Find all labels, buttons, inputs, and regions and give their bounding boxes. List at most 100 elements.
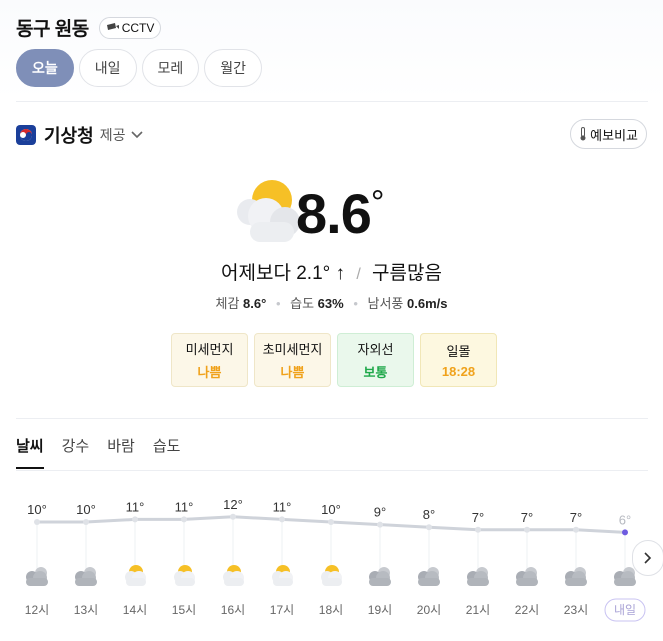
thermometer-icon	[580, 127, 586, 141]
temperature-point	[622, 529, 628, 536]
scroll-next-button[interactable]	[632, 540, 663, 576]
hour-time-label: 21시	[466, 603, 490, 617]
hour-temp-label: 10°	[27, 502, 47, 517]
current-temperature: 8.6°	[296, 178, 385, 250]
provider-suffix: 제공	[99, 127, 126, 143]
cloudy-icon	[369, 567, 391, 586]
hour-time-label: 내일	[614, 603, 636, 617]
hour-time-label: 13시	[74, 603, 98, 617]
tab-wind[interactable]: 바람	[107, 435, 135, 469]
humidity-label: 습도	[290, 296, 315, 311]
hour-time-label: 22시	[515, 603, 539, 617]
tab-precipitation[interactable]: 강수	[62, 435, 90, 469]
temperature-point	[181, 516, 187, 523]
temperature-point	[34, 519, 40, 525]
cloudy-icon	[467, 567, 489, 586]
air-quality-row: 미세먼지 나쁨 초미세먼지 나쁨 자외선 보통 일몰 18:28	[171, 333, 497, 387]
tab-weather[interactable]: 날씨	[16, 435, 44, 469]
air-chip-sunset[interactable]: 일몰 18:28	[420, 333, 497, 387]
feels-like-value: 8.6°	[243, 296, 267, 311]
hour-temp-label: 11°	[273, 499, 292, 514]
weather-details: 체감 8.6° • 습도 63% • 남서풍 0.6m/s	[215, 296, 448, 311]
wind-label: 남서풍	[367, 296, 404, 311]
forecast-compare-button[interactable]: 예보비교	[570, 119, 647, 149]
hour-temp-label: 10°	[321, 502, 341, 517]
hour-temp-label: 7°	[521, 510, 533, 525]
temperature-point	[279, 516, 285, 523]
location-header: 동구 원동 CCTV	[16, 14, 162, 41]
hour-time-label: 17시	[270, 603, 294, 617]
air-chip-label: 초미세먼지	[262, 342, 323, 357]
temperature-point	[132, 516, 138, 523]
tab-humidity[interactable]: 습도	[153, 435, 181, 469]
detail-tabs: 날씨 강수 바람 습도	[16, 435, 180, 469]
tab-tomorrow[interactable]: 내일	[78, 49, 137, 87]
kma-logo-icon	[16, 125, 36, 145]
feels-like-label: 체감	[215, 296, 240, 311]
divider	[16, 470, 648, 471]
hour-time-label: 20시	[417, 603, 441, 617]
temperature-point	[230, 513, 236, 520]
day-tabs: 오늘 내일 모레 월간	[16, 49, 263, 87]
partly-cloudy-icon	[237, 180, 300, 242]
wind-value: 0.6m/s	[407, 296, 448, 311]
hour-temp-label: 10°	[76, 502, 96, 517]
cloudy-icon	[516, 567, 538, 586]
forecast-compare-label: 예보비교	[590, 127, 638, 143]
air-chip-label: 자외선	[357, 342, 394, 357]
tab-today[interactable]: 오늘	[16, 49, 74, 87]
provider-name: 기상청	[44, 126, 94, 146]
divider	[16, 101, 648, 102]
partly-cloudy-icon	[321, 565, 342, 586]
hour-temp-label: 7°	[472, 510, 484, 525]
temperature-point	[475, 526, 481, 533]
chevron-right-icon	[644, 552, 652, 564]
hour-temp-label: 6°	[619, 512, 631, 527]
air-chip-ultrafine-dust[interactable]: 초미세먼지 나쁨	[254, 333, 331, 387]
temperature-point	[377, 521, 383, 528]
cloudy-icon	[614, 567, 636, 586]
degree-symbol: °	[370, 184, 385, 222]
air-chip-value: 보통	[363, 365, 388, 380]
compare-yesterday: 어제보다 2.1° ↑	[221, 263, 346, 284]
hour-temp-label: 11°	[175, 499, 194, 514]
chevron-down-icon	[131, 131, 144, 139]
cloudy-icon	[26, 567, 48, 586]
camera-icon	[106, 23, 119, 30]
temperature-point	[328, 519, 334, 525]
air-chip-fine-dust[interactable]: 미세먼지 나쁨	[171, 333, 248, 387]
partly-cloudy-icon	[174, 565, 195, 586]
hour-temp-label: 9°	[374, 505, 386, 520]
hour-time-label: 23시	[564, 603, 588, 617]
provider-selector[interactable]: 기상청 제공	[16, 122, 144, 148]
cctv-label: CCTV	[121, 20, 155, 35]
hour-time-label: 19시	[368, 603, 392, 617]
separator: /	[356, 266, 361, 283]
location-title[interactable]: 동구 원동	[16, 14, 89, 41]
air-chip-value: 나쁨	[280, 365, 305, 380]
temperature-point	[524, 526, 530, 533]
hour-time-label: 15시	[172, 603, 196, 617]
partly-cloudy-icon	[272, 565, 293, 586]
weather-summary: 어제보다 2.1° ↑ / 구름많음	[0, 258, 663, 285]
hour-temp-label: 12°	[223, 497, 243, 512]
air-chip-uv[interactable]: 자외선 보통	[337, 333, 414, 387]
hourly-forecast-chart: 10° 12시 10° 13시 11° 14시 11° 15시 12° 16시 11° 17시 10° 1…	[25, 497, 646, 622]
partly-cloudy-icon	[223, 565, 244, 586]
cloudy-icon	[565, 567, 587, 586]
hour-time-label: 14시	[123, 603, 147, 617]
cctv-button[interactable]: CCTV	[98, 16, 162, 39]
hour-temp-label: 7°	[570, 510, 582, 525]
cloudy-icon	[418, 567, 440, 586]
cloudy-icon	[75, 567, 97, 586]
air-chip-value: 18:28	[441, 364, 476, 379]
temperature-point	[83, 519, 89, 525]
hour-time-label: 16시	[221, 603, 245, 617]
tab-monthly[interactable]: 월간	[204, 49, 263, 87]
current-temp-value: 8.6	[296, 182, 372, 245]
temperature-point	[573, 526, 579, 533]
air-chip-label: 일몰	[446, 344, 471, 359]
temperature-point	[426, 524, 432, 531]
tab-day-after[interactable]: 모레	[141, 49, 200, 87]
hour-time-label: 12시	[25, 603, 49, 617]
